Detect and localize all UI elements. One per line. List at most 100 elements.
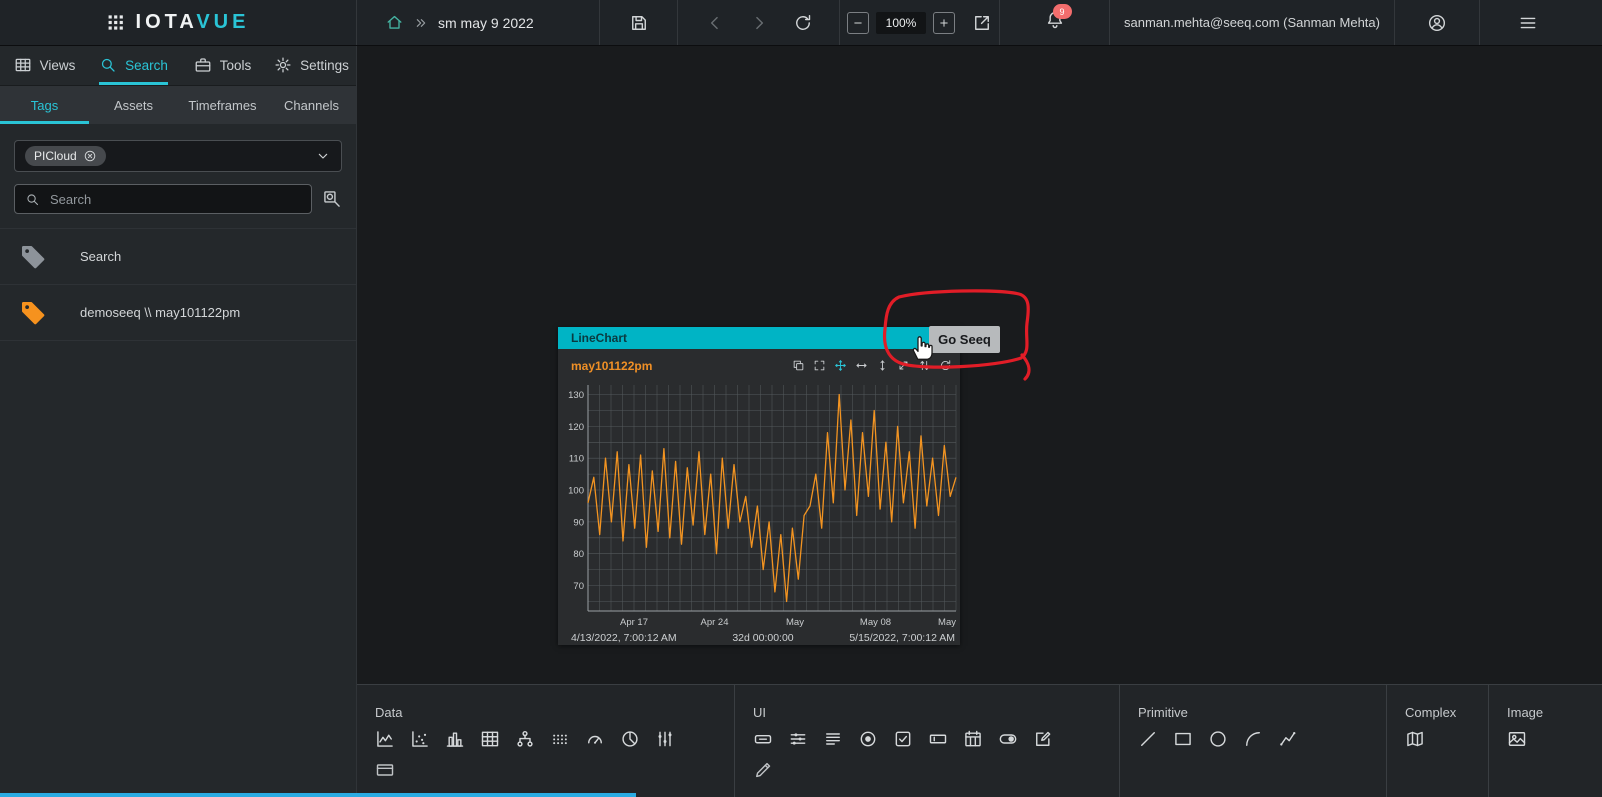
account-section (1395, 0, 1480, 45)
search-row (14, 184, 342, 214)
back-icon[interactable] (705, 13, 725, 33)
go-seeq-button[interactable]: Go Seeq (929, 326, 1000, 353)
expand-icon[interactable] (813, 359, 826, 372)
home-icon[interactable] (385, 13, 404, 32)
tab-assets[interactable]: Assets (89, 86, 178, 124)
arrow-v-icon[interactable] (876, 359, 889, 372)
notification-badge: 9 (1053, 4, 1072, 19)
dot-rows-icon[interactable] (550, 729, 570, 749)
saved-search-icon[interactable] (322, 189, 342, 209)
palette-section-primitive: Primitive (1120, 685, 1387, 797)
palette-section-label: Complex (1405, 705, 1488, 720)
move-icon[interactable] (834, 359, 847, 372)
sidebar-item-views[interactable]: Views (0, 45, 89, 85)
chevrons-right-icon (413, 15, 429, 31)
filter-chip[interactable]: PICloud (25, 146, 106, 166)
input-cursor-icon[interactable] (928, 729, 948, 749)
forward-icon[interactable] (749, 13, 769, 33)
list-item-label: Search (80, 249, 121, 264)
tab-timeframes[interactable]: Timeframes (178, 86, 267, 124)
arrow-diag-icon[interactable] (897, 359, 910, 372)
widget-footer: 4/13/2022, 7:00:12 AM 32d 00:00:00 5/15/… (558, 631, 960, 644)
card-icon[interactable] (375, 760, 395, 780)
linechart-widget[interactable]: LineChart may101122pm 130120110100908070… (558, 327, 960, 645)
canvas[interactable]: LineChart may101122pm 130120110100908070… (357, 45, 1602, 684)
hamburger-menu-icon[interactable] (1518, 13, 1538, 33)
history-section (678, 0, 840, 45)
palette-icon-row (1507, 729, 1602, 749)
series-label: may101122pm (571, 359, 652, 373)
signal-icon[interactable] (655, 729, 675, 749)
topbar: IOTAVUE sm may 9 2022 100% 9 sanman (0, 0, 1602, 46)
svg-text:130: 130 (568, 390, 584, 401)
svg-text:May: May (938, 617, 956, 628)
list-item-label: demoseeq \\ may101122pm (80, 305, 240, 320)
table-cells-icon[interactable] (480, 729, 500, 749)
list-item[interactable]: Search (0, 229, 356, 285)
chip-close-icon[interactable] (83, 149, 97, 163)
search-icon (25, 192, 40, 207)
sliders-icon[interactable] (788, 729, 808, 749)
views-icon (14, 56, 32, 74)
refresh-icon[interactable] (939, 359, 952, 372)
map-icon[interactable] (1405, 729, 1425, 749)
range-start: 4/13/2022, 7:00:12 AM (571, 632, 677, 644)
pencil-box-icon[interactable] (1033, 729, 1053, 749)
arrow-h-icon[interactable] (855, 359, 868, 372)
search-box (14, 184, 312, 214)
tree-icon[interactable] (515, 729, 535, 749)
search-icon (99, 56, 117, 74)
tag-icon (18, 242, 48, 272)
bar-chart-icon[interactable] (445, 729, 465, 749)
search-input[interactable] (48, 191, 301, 208)
palette-icon-row (753, 729, 1119, 749)
source-dropdown[interactable]: PICloud (14, 140, 342, 172)
polyline-icon[interactable] (1278, 729, 1298, 749)
text-lines-icon[interactable] (823, 729, 843, 749)
line-icon[interactable] (1138, 729, 1158, 749)
palette-section-ui: UI (735, 685, 1120, 797)
radio-icon[interactable] (858, 729, 878, 749)
list-item[interactable]: demoseeq \\ may101122pm (0, 285, 356, 341)
chevron-down-icon (315, 148, 331, 164)
logo-prefix: IOTA (136, 11, 197, 33)
swap-v-icon[interactable] (918, 359, 931, 372)
notifications-button[interactable]: 9 (1045, 10, 1065, 35)
tools-icon (194, 56, 212, 74)
pie-icon[interactable] (620, 729, 640, 749)
toggle-icon[interactable] (998, 729, 1018, 749)
rect-icon[interactable] (1173, 729, 1193, 749)
palette-icon-row (1138, 729, 1386, 749)
save-section (600, 0, 678, 45)
widget-subheader: may101122pm (558, 349, 960, 375)
pencil-icon[interactable] (753, 760, 773, 780)
gauge-icon[interactable] (585, 729, 605, 749)
refresh-icon[interactable] (793, 13, 813, 33)
copy-icon[interactable] (792, 359, 805, 372)
account-icon[interactable] (1427, 13, 1447, 33)
sidebar-item-tools[interactable]: Tools (178, 45, 267, 85)
sidebar-item-search[interactable]: Search (89, 45, 178, 85)
svg-text:70: 70 (573, 581, 584, 592)
range-duration: 32d 00:00:00 (732, 632, 793, 644)
image-icon[interactable] (1507, 729, 1527, 749)
widget-title: LineChart (571, 331, 627, 345)
tab-channels[interactable]: Channels (267, 86, 356, 124)
circle-icon[interactable] (1208, 729, 1228, 749)
arc-icon[interactable] (1243, 729, 1263, 749)
open-external-icon[interactable] (972, 13, 992, 33)
button-icon[interactable] (753, 729, 773, 749)
save-icon[interactable] (629, 13, 649, 33)
checkbox-icon[interactable] (893, 729, 913, 749)
zoom-in-button[interactable] (933, 12, 955, 34)
tab-tags[interactable]: Tags (0, 86, 89, 124)
palette-section-label: Image (1507, 705, 1602, 720)
zoom-out-button[interactable] (847, 12, 869, 34)
chart-line-icon[interactable] (375, 729, 395, 749)
scatter-icon[interactable] (410, 729, 430, 749)
widget-header[interactable]: LineChart (558, 327, 960, 349)
calendar-icon[interactable] (963, 729, 983, 749)
gear-icon (274, 56, 292, 74)
sidebar-item-settings[interactable]: Settings (267, 45, 356, 85)
palette-section-label: UI (753, 705, 1119, 720)
